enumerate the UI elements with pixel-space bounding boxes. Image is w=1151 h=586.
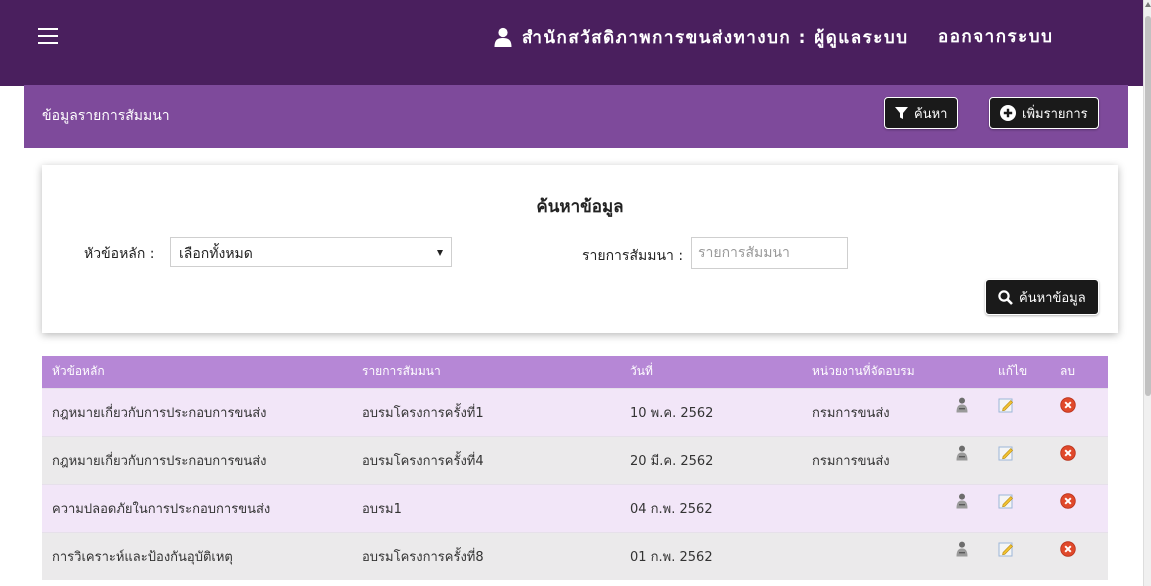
cell-date: 20 มี.ค. 2562	[620, 435, 802, 484]
cell-seminar: อบรม1	[352, 483, 620, 532]
edit-icon[interactable]	[998, 445, 1014, 465]
system-title: สำนักสวัสดิภาพการขนส่งทางบก : ผู้ดูแลระบ…	[522, 27, 909, 48]
chevron-down-icon	[437, 250, 443, 256]
search-toggle-button[interactable]: ค้นหา	[884, 97, 959, 129]
table-row: กฎหมายเกี่ยวกับการประกอบการขนส่ง อบรมโครง…	[42, 435, 1108, 484]
cell-date: 04 ก.พ. 2562	[620, 483, 802, 532]
filter-icon	[895, 106, 908, 119]
users-icon[interactable]	[954, 541, 968, 561]
users-icon[interactable]	[954, 445, 968, 465]
users-icon[interactable]	[954, 493, 968, 513]
table-row: การวิเคราะห์และป้องกันอุบัติเหตุ อบรมโครง…	[42, 531, 1108, 580]
table-row: ความปลอดภัยในการประกอบการขนส่ง อบรม1 04 ก.…	[42, 483, 1108, 532]
plus-circle-icon	[1000, 105, 1016, 121]
add-item-button[interactable]: เพิ่มรายการ	[989, 97, 1099, 129]
page-scrollbar[interactable]	[1143, 0, 1151, 586]
edit-cell[interactable]	[988, 435, 1050, 484]
col-org: หน่วยงานที่จัดอบรม	[802, 356, 944, 388]
delete-cell[interactable]	[1050, 387, 1108, 436]
cell-seminar: อบรมโครงการครั้งที่8	[352, 531, 620, 580]
edit-cell[interactable]	[988, 387, 1050, 436]
cell-topic: การวิเคราะห์และป้องกันอุบัติเหตุ	[42, 531, 352, 580]
col-topic: หัวข้อหลัก	[42, 356, 352, 388]
delete-icon[interactable]	[1060, 541, 1076, 561]
edit-cell[interactable]	[988, 531, 1050, 580]
table-header-row: หัวข้อหลัก รายการสัมมนา วันที่ หน่วยงานท…	[42, 356, 1108, 388]
search-submit-label: ค้นหาข้อมูล	[1019, 290, 1086, 306]
cell-org	[802, 483, 944, 532]
cell-seminar: อบรมโครงการครั้งที่4	[352, 435, 620, 484]
search-toggle-label: ค้นหา	[914, 106, 948, 122]
users-cell[interactable]	[944, 531, 988, 580]
delete-icon[interactable]	[1060, 444, 1076, 465]
table-row: กฎหมายเกี่ยวกับการประกอบการขนส่ง อบรมโครง…	[42, 387, 1108, 436]
delete-cell[interactable]	[1050, 531, 1108, 580]
delete-cell[interactable]	[1050, 483, 1108, 532]
search-icon	[998, 289, 1013, 305]
seminar-label: รายการสัมมนา :	[582, 248, 684, 264]
cell-org: กรมการขนส่ง	[802, 387, 944, 436]
panel-title: ข้อมูลรายการสัมมนา	[42, 108, 170, 124]
logout-link[interactable]: ออกจากระบบ	[938, 24, 1053, 50]
col-date: วันที่	[620, 356, 802, 388]
cell-date: 01 ก.พ. 2562	[620, 531, 802, 580]
panel-header: ข้อมูลรายการสัมมนา ค้นหา เพิ่มรายการ	[24, 85, 1128, 148]
delete-icon[interactable]	[1060, 396, 1076, 417]
col-seminar: รายการสัมมนา	[352, 356, 620, 388]
cell-topic: กฎหมายเกี่ยวกับการประกอบการขนส่ง	[42, 387, 352, 436]
users-icon[interactable]	[954, 397, 968, 417]
cell-seminar: อบรมโครงการครั้งที่1	[352, 387, 620, 436]
users-cell[interactable]	[944, 483, 988, 532]
add-item-label: เพิ่มรายการ	[1022, 106, 1088, 122]
system-user-info: สำนักสวัสดิภาพการขนส่งทางบก : ผู้ดูแลระบ…	[494, 24, 909, 50]
edit-icon[interactable]	[998, 493, 1014, 513]
seminar-table: หัวข้อหลัก รายการสัมมนา วันที่ หน่วยงานท…	[42, 356, 1108, 580]
cell-date: 10 พ.ค. 2562	[620, 387, 802, 436]
delete-icon[interactable]	[1060, 492, 1076, 513]
col-users	[944, 356, 988, 388]
edit-icon[interactable]	[998, 541, 1014, 561]
topic-select-value: เลือกทั้งหมด	[179, 246, 253, 262]
col-edit: แก้ไข	[988, 356, 1050, 388]
cell-topic: กฎหมายเกี่ยวกับการประกอบการขนส่ง	[42, 435, 352, 484]
search-submit-button[interactable]: ค้นหาข้อมูล	[985, 279, 1099, 315]
col-delete: ลบ	[1050, 356, 1108, 388]
delete-cell[interactable]	[1050, 435, 1108, 484]
edit-cell[interactable]	[988, 483, 1050, 532]
users-cell[interactable]	[944, 387, 988, 436]
cell-org: กรมการขนส่ง	[802, 435, 944, 484]
cell-topic: ความปลอดภัยในการประกอบการขนส่ง	[42, 483, 352, 532]
hamburger-icon[interactable]	[38, 28, 58, 44]
topic-select[interactable]: เลือกทั้งหมด	[170, 237, 452, 267]
scrollbar-thumb[interactable]	[1145, 16, 1151, 396]
cell-org	[802, 531, 944, 580]
top-bar: สำนักสวัสดิภาพการขนส่งทางบก : ผู้ดูแลระบ…	[0, 0, 1143, 86]
seminar-input[interactable]	[691, 237, 848, 269]
edit-icon[interactable]	[998, 397, 1014, 417]
topic-label: หัวข้อหลัก :	[84, 246, 155, 262]
scroll-up-icon[interactable]	[1145, 2, 1151, 7]
search-card: ค้นหาข้อมูล หัวข้อหลัก : เลือกทั้งหมด รา…	[42, 165, 1118, 333]
users-cell[interactable]	[944, 435, 988, 484]
user-icon	[494, 27, 512, 47]
search-title: ค้นหาข้อมูล	[536, 197, 624, 217]
